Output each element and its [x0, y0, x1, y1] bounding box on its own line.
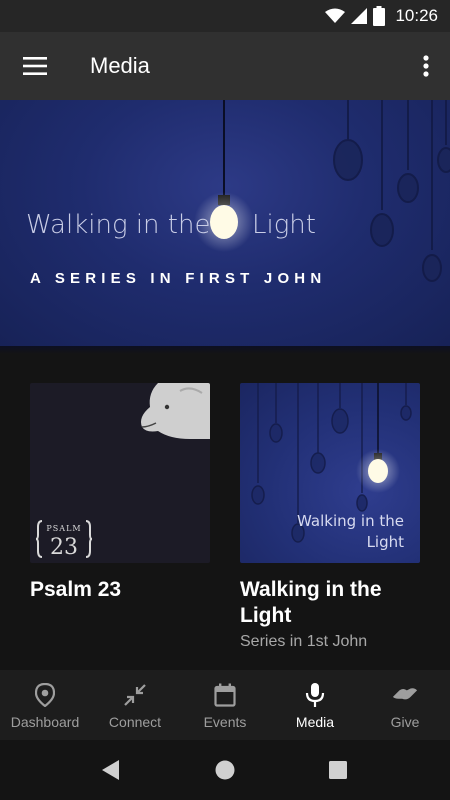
signal-icon [351, 8, 368, 24]
recents-square-icon [329, 761, 347, 779]
nav-label: Dashboard [10, 714, 80, 730]
bottom-navigation: Dashboard Connect Events Media Give [0, 670, 450, 740]
calendar-icon [212, 682, 238, 708]
back-triangle-icon [102, 760, 119, 780]
status-bar: 10:26 [0, 0, 450, 32]
page-title: Media [90, 53, 150, 78]
media-card-walking-in-the-light[interactable]: Walking in the Light Walking in the Ligh… [240, 383, 420, 651]
menu-button[interactable] [14, 46, 56, 86]
thumbnail-caption-line1: Walking in the [297, 512, 404, 530]
status-time: 10:26 [395, 6, 438, 25]
nav-item-connect[interactable]: Connect [90, 670, 180, 740]
nav-item-dashboard[interactable]: Dashboard [0, 670, 90, 740]
card-thumbnail[interactable]: Walking in the Light [240, 383, 420, 563]
nav-item-events[interactable]: Events [180, 670, 270, 740]
nav-label: Give [390, 714, 420, 730]
hero-divider [0, 346, 450, 354]
nav-item-media[interactable]: Media [270, 670, 360, 740]
hero-banner[interactable]: Walking in the Light A SERIES IN FIRST J… [0, 100, 450, 346]
app-bar: Media [0, 32, 450, 100]
thumbnail-caption-line2: Light [366, 533, 404, 551]
battery-icon [373, 6, 386, 26]
hamburger-menu-icon [23, 57, 47, 75]
card-subtitle: Series in 1st John [240, 633, 368, 650]
handshake-icon [392, 682, 418, 708]
wifi-icon [325, 8, 346, 23]
psalm-23-logo: PSALM 23 [36, 520, 92, 559]
card-thumbnail[interactable]: PSALM 23 [30, 383, 210, 563]
nav-label: Connect [108, 714, 162, 730]
system-navigation-bar [0, 740, 450, 800]
thumbnail-caption: Walking in the Light [297, 511, 404, 553]
back-button[interactable] [99, 758, 123, 782]
home-circle-icon [215, 760, 235, 780]
hero-subtitle: A SERIES IN FIRST JOHN [30, 270, 327, 287]
nav-label: Media [295, 714, 335, 730]
card-title[interactable]: Psalm 23 [30, 577, 210, 603]
card-title[interactable]: Walking in the Light [240, 577, 420, 629]
svg-text:PSALM: PSALM [46, 524, 81, 533]
hero-title-part2: Light [252, 210, 316, 240]
svg-text:23: 23 [50, 535, 78, 559]
home-button[interactable] [213, 758, 237, 782]
microphone-icon [302, 682, 328, 708]
nav-label: Events [203, 714, 247, 730]
status-icons: 10:26 [325, 5, 438, 27]
overflow-menu-button[interactable] [416, 46, 436, 86]
location-pin-icon [32, 682, 58, 708]
nav-item-give[interactable]: Give [360, 670, 450, 740]
compress-arrows-icon [122, 682, 148, 708]
media-card-psalm-23[interactable]: PSALM 23 Psalm 23 [30, 383, 210, 603]
hero-title-part1: Walking in the [26, 210, 211, 240]
more-vertical-icon [423, 55, 429, 77]
recents-button[interactable] [326, 758, 350, 782]
